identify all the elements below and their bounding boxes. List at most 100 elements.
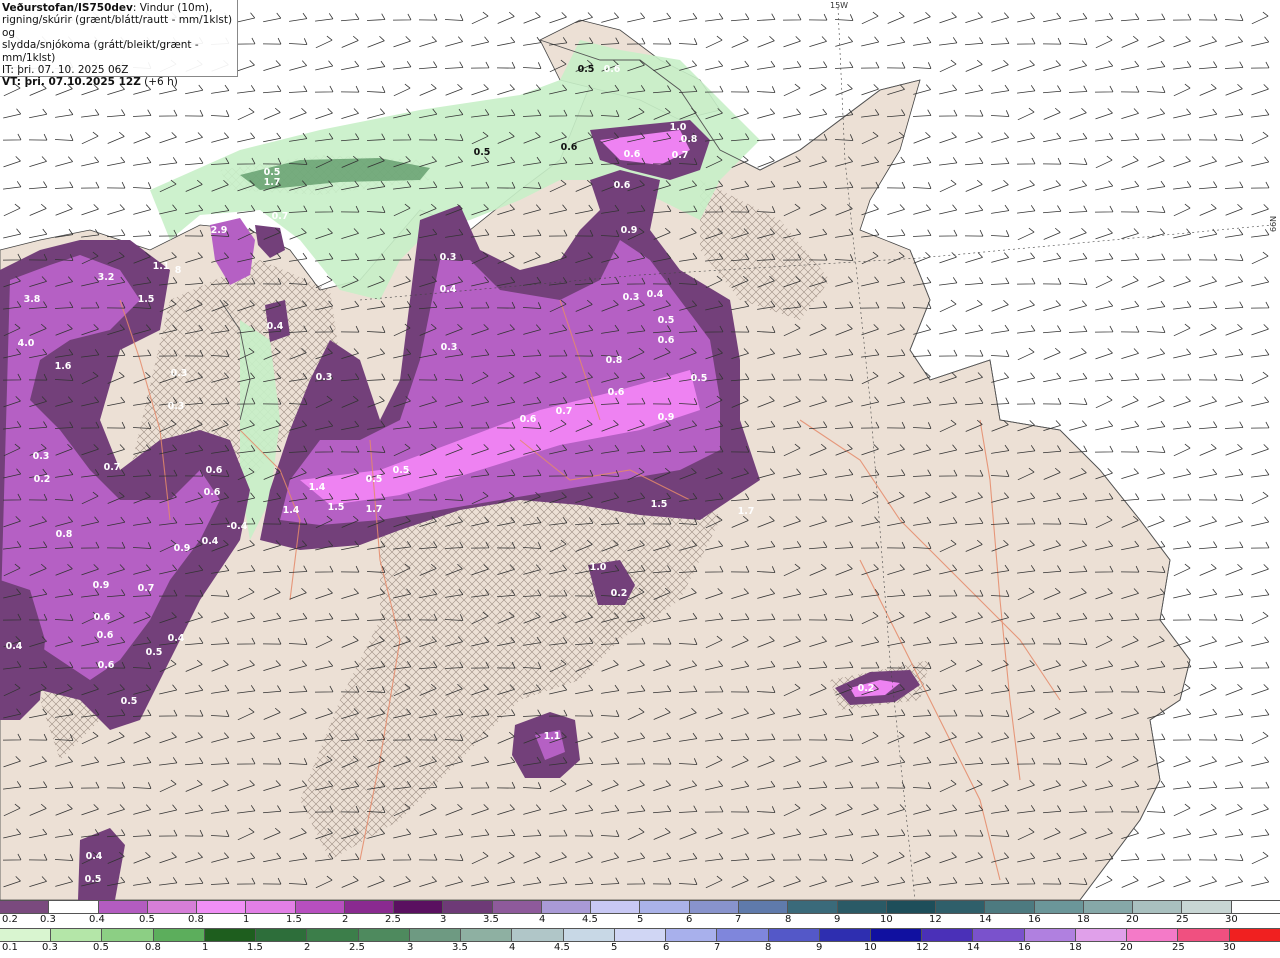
precip-value-label: 0.5 (691, 373, 708, 384)
precip-value-label: 0.9 (658, 412, 675, 423)
legend_snow-swatch (591, 901, 641, 913)
legend_snow-swatch (788, 901, 838, 913)
legend_rain-tick-label: 7 (714, 942, 721, 953)
precip-value-label: 0.4 (86, 851, 103, 862)
precip-value-label: 1.7 (264, 177, 281, 188)
precip-value-label: 0.3 (440, 252, 457, 263)
legend_snow-swatch (1182, 901, 1232, 913)
legend_snow-swatch (197, 901, 247, 913)
legend_snow-swatch (1231, 901, 1280, 913)
legend_rain-swatch (461, 929, 513, 941)
legend_snow-swatch (886, 901, 937, 913)
title-line-1: Veðurstofan/IS750dev: Vindur (10m), (2, 2, 237, 14)
legend_snow-tick-label: 2.5 (385, 914, 401, 925)
legend_snow-tick-label: 4.5 (582, 914, 598, 925)
precip-value-label: 0.6 (98, 660, 115, 671)
precip-value-label: 1.4 (309, 482, 326, 493)
precip-value-label: 0.3 (441, 342, 458, 353)
legend_rain-tick-label: 0.8 (145, 942, 161, 953)
legend_snow-tick-label: 10 (880, 914, 893, 925)
precip-value-label: 3.8 (24, 294, 41, 305)
precip-value-label: -0.4 (227, 521, 248, 532)
precip-value-label: 0.7 (138, 583, 155, 594)
legend_snow-swatch (985, 901, 1035, 913)
legend_snow-tick-label: 1.5 (286, 914, 302, 925)
precip-value-label: 0.9 (93, 580, 110, 591)
precip-value-label: 0.2 (34, 474, 51, 485)
precip-value-label: 0.7 (272, 211, 289, 222)
precip-value-label: 0.3 (316, 372, 333, 383)
legend_rain-swatch (409, 929, 462, 941)
precip-value-label: 0.3 (171, 368, 188, 379)
legend_snow-tick-label: 4 (539, 914, 546, 925)
legend_snow-tick-label: 0.5 (139, 914, 155, 925)
precip-value-label: 0.3 (168, 401, 185, 412)
snow-legend-labels: 0.2 0.3 0.4 0.5 0.8 1 1.5 2 2.5 3 3.5 4 4.5 5 6 7 8 9 10 12… (0, 914, 1280, 928)
legend_snow-swatch (1133, 901, 1183, 913)
precip-value-label: 0.5 (658, 315, 675, 326)
precip-value-label: 0.8 (56, 529, 73, 540)
precip-value-label: 0.6 (658, 335, 675, 346)
snow-legend-bar (0, 900, 1280, 914)
legend_rain-tick-label: 0.1 (2, 942, 18, 953)
precip-value-label: 0.4 (6, 641, 23, 652)
legend_rain-swatch (563, 929, 615, 941)
legend_rain-tick-label: 30 (1223, 942, 1236, 953)
legend_rain-tick-label: 1.5 (247, 942, 263, 953)
precip-value-label: 2.9 (211, 225, 228, 236)
legend_rain-tick-label: 9 (816, 942, 823, 953)
precip-value-label: 0.7 (672, 150, 689, 161)
legend_snow-tick-label: 7 (735, 914, 742, 925)
legend_rain-tick-label: 0.5 (93, 942, 109, 953)
precip-value-label: 0.2 (858, 683, 875, 694)
legend_snow-swatch (295, 901, 345, 913)
legend_rain-tick-label: 2 (304, 942, 311, 953)
precip-value-label: 0.5 (85, 874, 102, 885)
legend_rain-swatch (717, 929, 769, 941)
legend_snow-tick-label: 12 (929, 914, 942, 925)
legend_rain-swatch (819, 929, 871, 941)
precip-value-label: 0.3 (33, 451, 50, 462)
precip-value-label: 0.6 (520, 414, 537, 425)
legend_rain-tick-label: 20 (1120, 942, 1133, 953)
legend_rain-tick-label: 14 (967, 942, 980, 953)
precip-value-label: 1.1 (544, 731, 561, 742)
legend_rain-swatch (358, 929, 410, 941)
legend_snow-tick-label: 8 (785, 914, 792, 925)
legend_rain-tick-label: 5 (611, 942, 618, 953)
legend_snow-swatch (837, 901, 887, 913)
legend_snow-swatch (49, 901, 99, 913)
precip-value-label: 0.4 (168, 633, 185, 644)
legend_snow-tick-label: 0.2 (2, 914, 18, 925)
legend_rain-swatch (512, 929, 564, 941)
map-title-box: Veðurstofan/IS750dev: Vindur (10m), rign… (0, 0, 238, 88)
legend_snow-tick-label: 0.4 (89, 914, 105, 925)
legend_snow-tick-label: 0.3 (40, 914, 56, 925)
legend_rain-swatch (204, 929, 257, 941)
valid-time-line: VT: þri. 07.10.2025 12Z (+6 h) (2, 76, 237, 88)
legend_snow-tick-label: 6 (686, 914, 693, 925)
legend_rain-tick-label: 16 (1018, 942, 1031, 953)
legend_snow-tick-label: 18 (1077, 914, 1090, 925)
precip-value-label: 0.9 (143, 224, 160, 235)
precip-value-label: 1.4 (283, 505, 300, 516)
legend_snow-tick-label: 30 (1225, 914, 1238, 925)
precip-value-label: 0.5 (474, 147, 491, 158)
precip-value-label: 1.0 (590, 562, 607, 573)
precip-value-label: 1.7 (738, 506, 755, 517)
legend_snow-tick-label: 2 (342, 914, 349, 925)
precip-value-label: 1.6 (55, 361, 72, 372)
title-desc-2: rigning/skúrir (grænt/blátt/rautt - mm/1… (2, 14, 233, 39)
precip-value-label: 0.5 (366, 474, 383, 485)
legend_rain-tick-label: 3.5 (452, 942, 468, 953)
legend_rain-tick-label: 25 (1172, 942, 1185, 953)
legend_snow-swatch (1083, 901, 1134, 913)
legend_rain-swatch (1229, 929, 1280, 941)
precip-value-label: 0.4 (267, 321, 284, 332)
title-desc-3: slydda/snjókoma (grátt/bleikt/grænt - mm… (2, 39, 199, 64)
precip-value-label: 0.4 (440, 284, 457, 295)
precip-value-label: 1.5 (328, 502, 345, 513)
precip-value-label: 0.4 (647, 289, 664, 300)
precip-value-label: 0.6 (94, 612, 111, 623)
grid-label-66n: 66N (1269, 216, 1278, 232)
